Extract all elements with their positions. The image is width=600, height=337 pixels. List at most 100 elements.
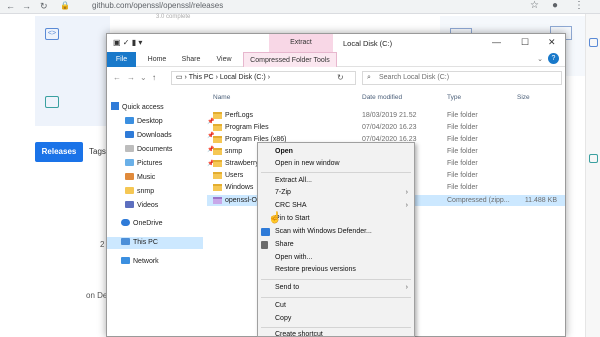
menu-item-cut[interactable]: Cut (258, 300, 414, 312)
ribbon-tabs: File Home Share View Compressed Folder T… (107, 52, 565, 67)
music-icon (125, 173, 134, 180)
code-icon: <> (45, 28, 59, 40)
menu-item-open[interactable]: Open (258, 146, 414, 158)
menu-item-extract-all[interactable]: Extract All... (258, 175, 414, 187)
forward-icon[interactable]: → (22, 1, 31, 11)
menu-item-open-with[interactable]: Open with... (258, 252, 414, 264)
search-icon: ⌕ (367, 74, 371, 81)
download-icon (125, 131, 134, 138)
pictures-icon (125, 159, 134, 166)
title-bar: ▣ ✓ ▮ ▾ Extract Local Disk (C:) — ☐ ✕ (107, 34, 565, 52)
menu-item-create-shortcut[interactable]: Create shortcut (258, 329, 414, 337)
videos-icon (125, 201, 134, 208)
nav-downloads[interactable]: Downloads 📌 (125, 130, 214, 142)
close-icon[interactable]: ✕ (548, 37, 556, 48)
tab-view[interactable]: View (211, 52, 237, 67)
breadcrumb-local-disk[interactable]: Local Disk (C:) (220, 74, 266, 81)
column-header-date[interactable]: Date modified (362, 94, 402, 101)
shield-icon (261, 228, 270, 236)
menu-item-copy[interactable]: Copy (258, 313, 414, 325)
column-header-name[interactable]: Name (213, 94, 230, 101)
menu-item-7zip[interactable]: 7-Zip › (258, 187, 414, 199)
reload-icon[interactable]: ↻ (40, 1, 48, 12)
nav-documents[interactable]: Documents 📌 (125, 144, 214, 156)
navigation-pane: Quick access Desktop 📌 Downloads 📌 Documen… (107, 88, 214, 336)
page-text: on De (86, 291, 108, 300)
back-icon[interactable]: ← (6, 1, 15, 11)
check-icon (45, 96, 59, 108)
column-header-type[interactable]: Type (447, 94, 461, 101)
tab-share[interactable]: Share (177, 52, 205, 67)
page-side-panel (585, 14, 600, 337)
chevron-right-icon: › (405, 189, 408, 196)
tab-extract[interactable]: Extract (269, 34, 333, 52)
nav-this-pc[interactable]: This PC (121, 237, 158, 249)
search-input[interactable]: ⌕ Search Local Disk (C:) (362, 71, 562, 85)
file-row[interactable]: Program Files 07/04/2020 16.23 File folder (207, 122, 565, 133)
minimize-icon[interactable]: — (492, 37, 501, 47)
folder-icon (125, 187, 134, 194)
tab-home[interactable]: Home (143, 52, 171, 67)
chevron-down-icon[interactable]: ⌄ (537, 55, 543, 63)
folder-icon (213, 148, 222, 155)
panel-icon (589, 154, 598, 163)
menu-item-send-to[interactable]: Send to › (258, 282, 414, 294)
refresh-icon[interactable]: ↻ (337, 73, 344, 82)
menu-item-open-new-window[interactable]: Open in new window (258, 158, 414, 170)
menu-separator (261, 327, 411, 328)
menu-separator (261, 279, 411, 280)
nav-music[interactable]: Music (125, 172, 155, 184)
tab-tags[interactable]: Tags (89, 147, 106, 156)
url-bar[interactable]: github.com/openssl/openssl/releases (92, 1, 223, 10)
folder-icon (213, 184, 222, 191)
file-row[interactable]: PerfLogs 18/03/2019 21.52 File folder (207, 110, 565, 121)
menu-icon[interactable]: ⋮ (574, 0, 584, 11)
back-icon[interactable]: ← (113, 73, 121, 82)
up-icon[interactable]: ↑ (152, 73, 156, 82)
nav-videos[interactable]: Videos (125, 200, 158, 212)
tab-compressed-folder-tools[interactable]: Compressed Folder Tools (243, 52, 337, 67)
window-title: Local Disk (C:) (343, 39, 393, 48)
maximize-icon[interactable]: ☐ (521, 37, 529, 48)
cloud-icon (121, 219, 130, 226)
search-placeholder: Search Local Disk (C:) (379, 74, 450, 81)
pc-icon (121, 238, 130, 245)
account-icon[interactable]: ● (552, 0, 558, 11)
menu-item-restore-versions[interactable]: Restore previous versions (258, 264, 414, 276)
star-icon[interactable]: ☆ (530, 0, 539, 11)
menu-separator (261, 172, 411, 173)
nav-network[interactable]: Network (121, 256, 159, 268)
breadcrumb-this-pc[interactable]: This PC (189, 74, 214, 81)
folder-icon (213, 112, 222, 119)
menu-separator (261, 297, 411, 298)
zip-icon (213, 197, 222, 204)
nav-quick-access[interactable]: Quick access (111, 102, 164, 114)
nav-pictures[interactable]: Pictures 📌 (125, 158, 214, 170)
column-header-size[interactable]: Size (517, 94, 530, 101)
tab-file[interactable]: File (107, 52, 136, 67)
nav-desktop[interactable]: Desktop 📌 (125, 116, 214, 128)
banner-art: <> (35, 16, 110, 126)
address-row: ← → ⌄ ↑ ▭ › This PC › Local Disk (C:) › … (107, 68, 565, 88)
context-menu: Open Open in new window Extract All... 7… (257, 142, 415, 337)
tab-releases[interactable]: Releases (35, 142, 83, 162)
nav-snmp[interactable]: snmp (125, 186, 154, 198)
chevron-down-icon[interactable]: ⌄ (140, 73, 147, 82)
folder-icon (213, 136, 222, 143)
nav-onedrive[interactable]: OneDrive (121, 218, 163, 230)
menu-item-scan-defender[interactable]: Scan with Windows Defender... (258, 226, 414, 238)
forward-icon[interactable]: → (127, 73, 135, 82)
menu-item-share[interactable]: Share (258, 239, 414, 251)
browser-toolbar: ← → ↻ 🔒 github.com/openssl/openssl/relea… (0, 0, 600, 14)
documents-icon (125, 145, 134, 152)
quick-access-toolbar[interactable]: ▣ ✓ ▮ ▾ (113, 38, 142, 47)
chevron-right-icon: › (405, 284, 408, 291)
folder-icon (213, 160, 222, 167)
folder-icon (213, 172, 222, 179)
folder-icon (213, 124, 222, 131)
network-icon (121, 257, 130, 264)
help-icon[interactable]: ? (548, 53, 559, 64)
address-bar[interactable]: ▭ › This PC › Local Disk (C:) › (171, 71, 356, 85)
pc-icon: ▭ › (176, 74, 189, 81)
desktop-icon (125, 117, 134, 124)
